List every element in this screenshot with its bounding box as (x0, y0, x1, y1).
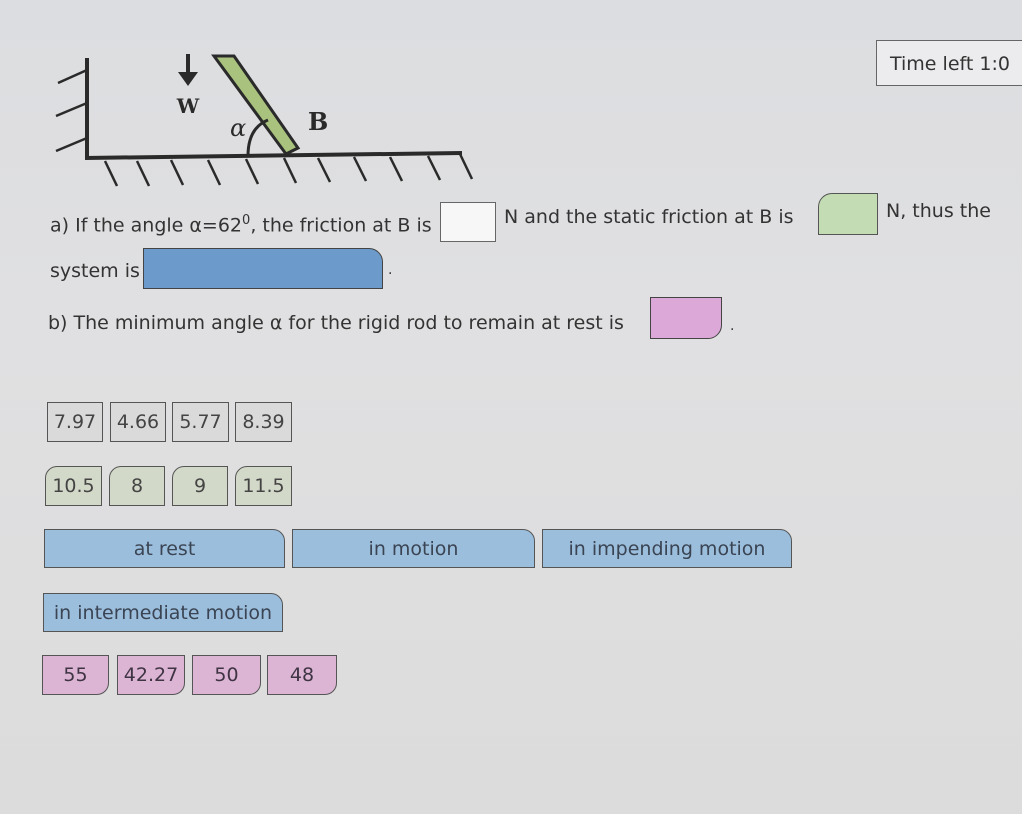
floor-line (84, 151, 463, 160)
static-friction-drop-zone[interactable] (818, 193, 878, 235)
wall-hatch (55, 101, 88, 118)
state-option-chip[interactable]: in impending motion (542, 529, 792, 568)
weight-label: W (176, 94, 200, 118)
state-option-chip[interactable]: in motion (292, 529, 535, 568)
angle-option-chip[interactable]: 55 (42, 655, 109, 695)
static-friction-option-chip[interactable]: 10.5 (45, 466, 102, 506)
angle-option-chip[interactable]: 50 (192, 655, 261, 695)
question-a-line2: system is (50, 260, 140, 282)
angle-option-chip[interactable]: 48 (267, 655, 337, 695)
point-b-label: B (308, 107, 328, 136)
friction-option-chip[interactable]: 7.97 (47, 402, 103, 442)
question-a-line1: a) If the angle α=620, the friction at B… (50, 213, 432, 236)
wall-hatch (55, 136, 88, 153)
state-option-chip[interactable]: at rest (44, 529, 285, 568)
question-a-text-3: N and the static friction at B is (504, 206, 794, 228)
question-a-period: . (388, 262, 393, 278)
question-a-text-2: , the friction at B is (250, 214, 432, 237)
friction-option-chip[interactable]: 4.66 (110, 402, 166, 442)
min-angle-drop-zone[interactable] (650, 297, 722, 339)
question-b-period: . (730, 318, 735, 334)
angle-label: α (230, 114, 246, 142)
state-option-chip[interactable]: in intermediate motion (43, 593, 283, 632)
friction-option-chip[interactable]: 5.77 (172, 402, 229, 442)
question-a-text-4: N, thus the (886, 200, 991, 222)
static-friction-option-chip[interactable]: 9 (172, 466, 228, 506)
weight-arrow-icon (178, 54, 198, 86)
system-state-drop-zone[interactable] (143, 248, 383, 289)
time-left-label: Time left 1:0 (890, 53, 1010, 75)
question-b-text: b) The minimum angle α for the rigid rod… (48, 312, 624, 334)
time-left-indicator: Time left 1:0 (876, 40, 1022, 86)
friction-drop-zone[interactable] (440, 202, 496, 242)
static-friction-option-chip[interactable]: 11.5 (235, 466, 292, 506)
wall-hatch (57, 68, 88, 85)
rigid-rod (211, 54, 301, 156)
question-a-text-1: a) If the angle α=62 (50, 214, 243, 237)
friction-option-chip[interactable]: 8.39 (235, 402, 292, 442)
static-friction-option-chip[interactable]: 8 (109, 466, 165, 506)
angle-option-chip[interactable]: 42.27 (117, 655, 185, 695)
rod-diagram: W α B (55, 54, 474, 187)
